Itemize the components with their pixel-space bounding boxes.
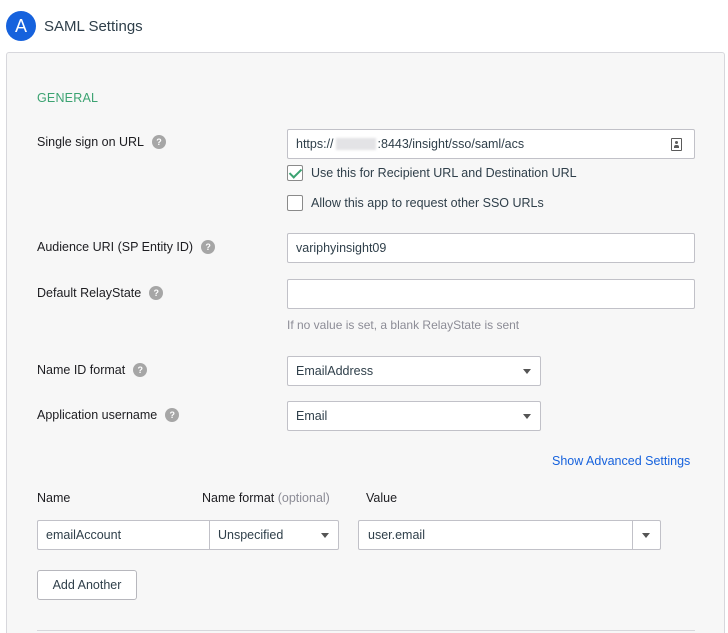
help-icon[interactable]: ?: [149, 286, 164, 300]
help-icon[interactable]: ?: [152, 135, 167, 149]
relay-state-hint: If no value is set, a blank RelayState i…: [287, 318, 520, 332]
app-username-select[interactable]: Email: [287, 401, 541, 431]
sso-url-label: Single sign on URL ?: [37, 135, 167, 149]
audience-uri-label: Audience URI (SP Entity ID) ?: [37, 240, 216, 254]
attr-value-text: user.email: [368, 528, 425, 542]
name-id-format-value: EmailAddress: [296, 364, 374, 378]
attr-format-header: Name format (optional): [202, 491, 330, 505]
chevron-down-icon: [642, 533, 650, 538]
sso-url-input[interactable]: https:// :8443/insight/sso/saml/acs: [287, 129, 695, 159]
app-username-label: Application username ?: [37, 408, 180, 422]
attr-value-dropdown-button[interactable]: [632, 520, 661, 550]
use-recipient-checkbox[interactable]: [287, 165, 303, 181]
chevron-down-icon: [523, 369, 531, 374]
allow-other-sso-checkbox[interactable]: [287, 195, 303, 211]
relay-state-label-text: Default RelayState: [37, 286, 142, 300]
relay-state-label: Default RelayState ?: [37, 286, 164, 300]
attr-name-header: Name: [37, 491, 71, 505]
show-advanced-settings-link[interactable]: Show Advanced Settings: [552, 454, 690, 468]
help-icon[interactable]: ?: [201, 240, 216, 254]
allow-other-sso-label: Allow this app to request other SSO URLs: [311, 196, 544, 210]
redacted-host: [335, 138, 376, 150]
attr-name-value: emailAccount: [46, 528, 122, 542]
use-recipient-option[interactable]: Use this for Recipient URL and Destinati…: [287, 165, 577, 181]
name-id-format-select[interactable]: EmailAddress: [287, 356, 541, 386]
app-username-label-text: Application username: [37, 408, 158, 422]
sso-url-label-text: Single sign on URL: [37, 135, 145, 149]
attr-format-select[interactable]: Unspecified: [209, 520, 339, 550]
page-header: A SAML Settings: [6, 11, 143, 41]
help-icon[interactable]: ?: [165, 408, 180, 422]
sso-url-suffix: :8443/insight/sso/saml/acs: [377, 137, 525, 151]
attr-format-value: Unspecified: [218, 528, 284, 542]
relay-state-input[interactable]: [287, 279, 695, 309]
attr-value-input[interactable]: user.email: [358, 520, 633, 550]
attr-format-optional-note: (optional): [277, 491, 330, 505]
attr-format-header-text: Name format: [202, 491, 275, 505]
attr-name-input[interactable]: emailAccount: [37, 520, 210, 550]
use-recipient-label: Use this for Recipient URL and Destinati…: [311, 166, 577, 180]
audience-uri-value: variphyinsight09: [296, 241, 387, 255]
name-id-format-label: Name ID format ?: [37, 363, 148, 377]
app-username-value: Email: [296, 409, 328, 423]
step-badge: A: [6, 11, 36, 41]
audience-uri-label-text: Audience URI (SP Entity ID): [37, 240, 194, 254]
saml-settings-panel: GENERAL Single sign on URL ? https:// :8…: [6, 52, 725, 633]
audience-uri-input[interactable]: variphyinsight09: [287, 233, 695, 263]
name-id-format-label-text: Name ID format: [37, 363, 126, 377]
sso-url-prefix: https://: [296, 137, 334, 151]
allow-other-sso-option[interactable]: Allow this app to request other SSO URLs: [287, 195, 544, 211]
chevron-down-icon: [523, 414, 531, 419]
add-another-button[interactable]: Add Another: [37, 570, 137, 600]
help-icon[interactable]: ?: [133, 363, 148, 377]
attr-value-header: Value: [366, 491, 398, 505]
section-divider: [37, 630, 695, 631]
chevron-down-icon: [321, 533, 329, 538]
page-title: SAML Settings: [44, 17, 143, 35]
contact-card-icon[interactable]: [671, 138, 682, 151]
section-heading-general: GENERAL: [37, 91, 99, 105]
